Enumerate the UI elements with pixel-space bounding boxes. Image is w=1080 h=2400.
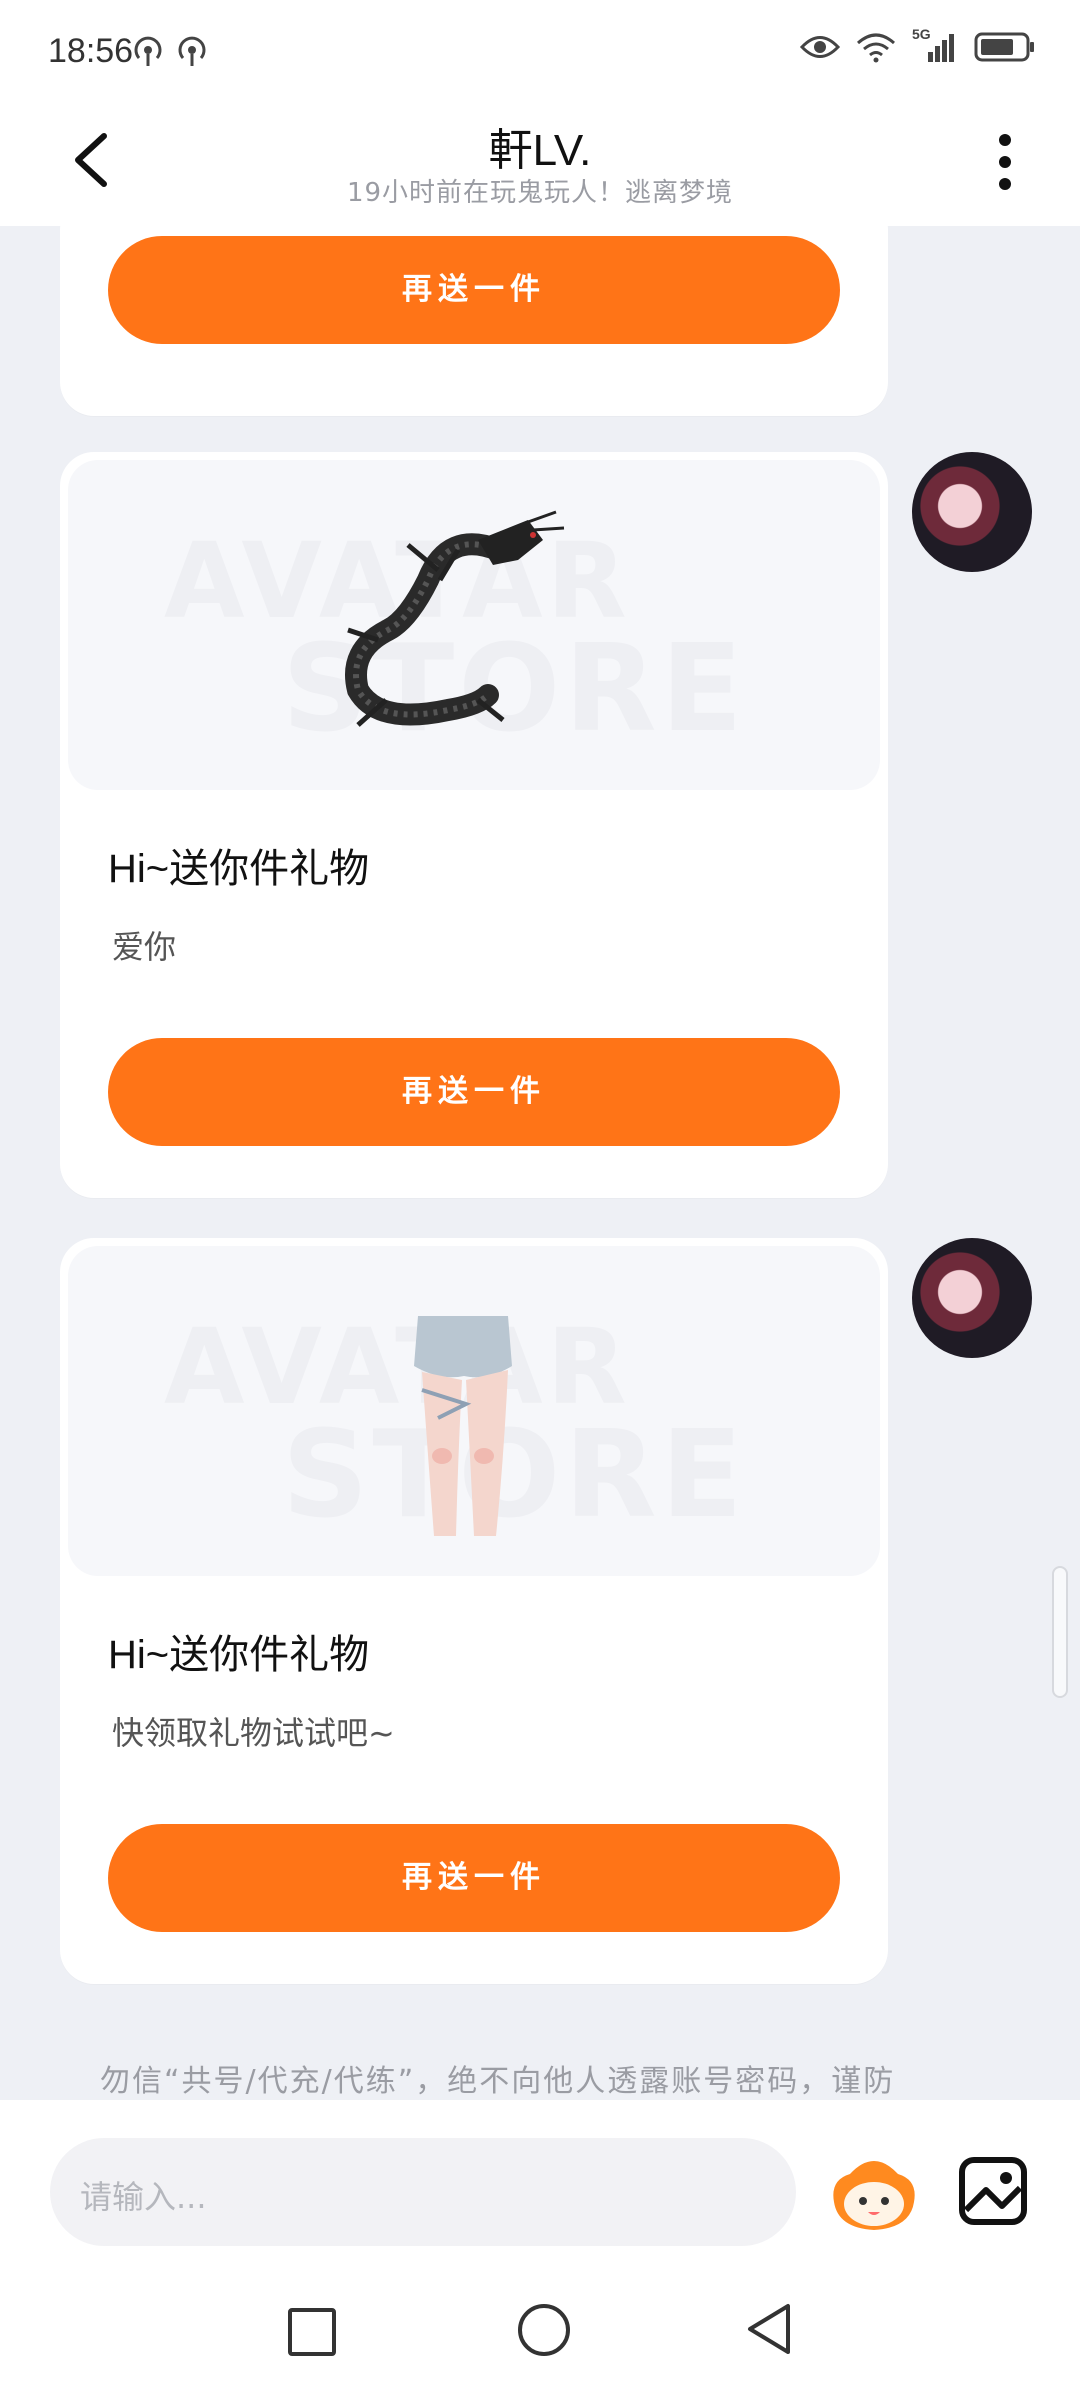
gift-card: AVATAR STORE Hi~送你件礼物 快领取礼物试试吧~ 再送一件 — [60, 1238, 888, 1984]
status-right-icons: 5G — [800, 26, 1036, 64]
resend-gift-button[interactable]: 再送一件 — [108, 1824, 840, 1932]
status-time: 18:56 — [48, 32, 134, 70]
system-nav-bar — [0, 2270, 1080, 2400]
nav-back-button[interactable] — [744, 2302, 794, 2356]
gift-title: Hi~送你件礼物 — [108, 847, 370, 891]
gift-image[interactable]: AVATAR STORE — [68, 460, 880, 790]
more-options-icon[interactable] — [990, 126, 1020, 198]
signal-icon: 5G — [912, 26, 958, 64]
resend-gift-button[interactable]: 再送一件 — [108, 1038, 840, 1146]
gift-image[interactable]: AVATAR STORE — [68, 1246, 880, 1576]
message-input[interactable]: 请输入... — [50, 2138, 796, 2246]
contact-name: 軒LV. — [488, 126, 592, 175]
resend-gift-button[interactable]: 再送一件 — [108, 236, 840, 344]
input-placeholder: 请输入... — [80, 2178, 207, 2216]
shorts-gift-image — [414, 1316, 512, 1536]
status-bar: 18:56 5G — [0, 0, 1080, 106]
hotspot-icon — [134, 36, 162, 66]
sender-avatar[interactable] — [912, 1238, 1032, 1358]
image-picker-icon[interactable] — [958, 2156, 1028, 2226]
hotspot-icon — [178, 36, 206, 66]
eye-icon — [800, 36, 840, 58]
status-left-icons — [130, 34, 210, 68]
safety-notice: 勿信“共号/代充/代练”，绝不向他人透露账号密码，谨防 — [100, 2064, 896, 2099]
recent-apps-button[interactable] — [288, 2308, 336, 2356]
sender-avatar[interactable] — [912, 452, 1032, 572]
wifi-icon — [857, 33, 895, 63]
gift-message: 快领取礼物试试吧~ — [112, 1714, 395, 1752]
home-button[interactable] — [518, 2304, 570, 2356]
emoji-mascot-icon[interactable] — [830, 2154, 918, 2234]
chat-area[interactable]: 再送一件 AVATAR STORE Hi~送你件礼物 爱你 再送一件 AVATA… — [0, 226, 1080, 2100]
dragon-gift-image — [345, 510, 565, 727]
gift-title: Hi~送你件礼物 — [108, 1633, 370, 1677]
input-bar: 请输入... — [0, 2100, 1080, 2270]
gift-card: 再送一件 — [60, 226, 888, 416]
contact-status: 19小时前在玩鬼玩人！逃离梦境 — [346, 178, 734, 208]
scrollbar-thumb[interactable] — [1052, 1566, 1068, 1698]
chat-header: 軒LV. 19小时前在玩鬼玩人！逃离梦境 — [0, 106, 1080, 226]
gift-message: 爱你 — [112, 928, 177, 966]
battery-icon — [974, 32, 1034, 62]
gift-card: AVATAR STORE Hi~送你件礼物 爱你 再送一件 — [60, 452, 888, 1198]
